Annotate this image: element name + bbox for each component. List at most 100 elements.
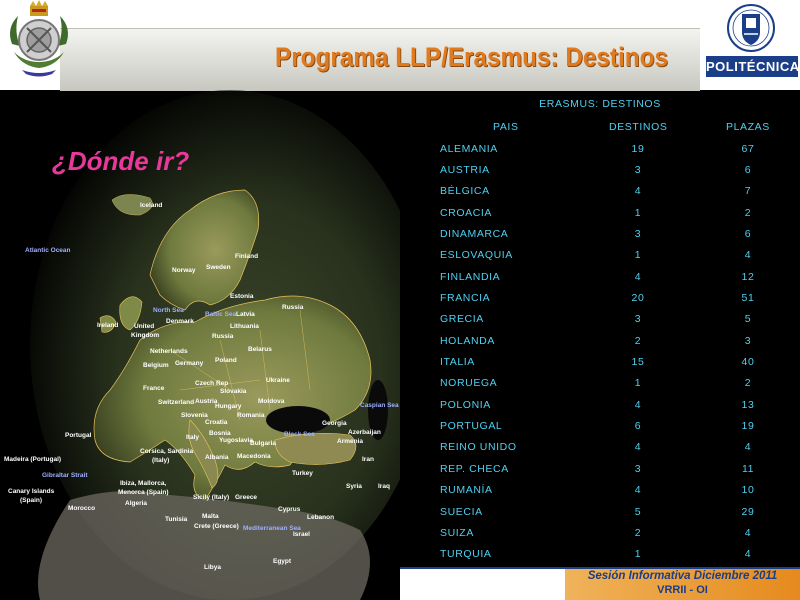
cell-plazas: 19 bbox=[741, 420, 755, 432]
map-label-atlantic: Atlantic Ocean bbox=[25, 247, 71, 254]
map-label-syria: Syria bbox=[346, 483, 362, 490]
cell-destinos: 3 bbox=[634, 463, 642, 475]
table-row: RUMANÍA 4 10 bbox=[400, 481, 800, 502]
table-row: ESLOVAQUIA 1 4 bbox=[400, 246, 800, 267]
cell-plazas: 11 bbox=[741, 463, 755, 475]
header-pais: PAIS bbox=[493, 121, 519, 133]
cell-plazas: 2 bbox=[744, 377, 752, 389]
cell-destinos: 1 bbox=[634, 548, 642, 560]
table-row: REINO UNIDO 4 4 bbox=[400, 438, 800, 459]
map-label-france: France bbox=[143, 385, 165, 392]
map-label-switzerland: Switzerland bbox=[158, 399, 195, 406]
cell-plazas: 40 bbox=[741, 356, 755, 368]
map-label-turkey: Turkey bbox=[292, 470, 313, 477]
map-label-belarus: Belarus bbox=[248, 346, 272, 353]
map-label-greece: Greece bbox=[235, 494, 258, 501]
cell-pais: POLONIA bbox=[440, 399, 491, 411]
cell-plazas: 3 bbox=[744, 335, 752, 347]
map-label-romania: Romania bbox=[237, 412, 265, 419]
table-row: CROACIA 1 2 bbox=[400, 204, 800, 225]
map-label-iran: Iran bbox=[362, 456, 374, 463]
map-label-bulgaria: Bulgaria bbox=[250, 440, 277, 447]
map-label-tunisia: Tunisia bbox=[165, 516, 188, 523]
map-label-corsica-2: (Italy) bbox=[152, 457, 170, 464]
table-row: TURQUIA 1 4 bbox=[400, 545, 800, 566]
map-label-ibiza-1: Ibiza, Mallorca, bbox=[120, 480, 167, 487]
cell-pais: ESLOVAQUIA bbox=[440, 249, 513, 261]
cell-destinos: 4 bbox=[634, 441, 642, 453]
cell-destinos: 4 bbox=[634, 185, 642, 197]
map-label-russia-kaliningrad: Russia bbox=[212, 333, 234, 340]
map-label-uk-2: Kingdom bbox=[131, 332, 160, 339]
cell-destinos: 3 bbox=[634, 313, 642, 325]
map-label-armenia: Armenia bbox=[337, 438, 364, 445]
cell-destinos: 4 bbox=[634, 271, 642, 283]
cell-pais: ALEMANIA bbox=[440, 143, 498, 155]
cell-destinos: 15 bbox=[631, 356, 645, 368]
table-row: NORUEGA 1 2 bbox=[400, 374, 800, 395]
map-label-caspian-sea: Caspian Sea bbox=[360, 402, 399, 409]
cell-pais: DINAMARCA bbox=[440, 228, 509, 240]
footer-office-text: VRRII - OI bbox=[657, 584, 708, 596]
map-label-denmark: Denmark bbox=[166, 318, 194, 325]
map-label-italy: Italy bbox=[186, 434, 200, 441]
map-label-russia-east: Russia bbox=[282, 304, 304, 311]
map-label-iceland: Iceland bbox=[140, 202, 163, 209]
table-row: GRECIA 3 5 bbox=[400, 310, 800, 331]
cell-plazas: 4 bbox=[744, 548, 752, 560]
table-row: REP. CHECA 3 11 bbox=[400, 460, 800, 481]
cell-plazas: 4 bbox=[744, 527, 752, 539]
cell-pais: HOLANDA bbox=[440, 335, 495, 347]
map-label-morocco: Morocco bbox=[68, 505, 96, 512]
map-label-croatia: Croatia bbox=[205, 419, 228, 426]
table-row: FRANCIA 20 51 bbox=[400, 289, 800, 310]
cell-destinos: 4 bbox=[634, 399, 642, 411]
map-label-malta: Malta bbox=[202, 513, 219, 520]
cell-pais: PORTUGAL bbox=[440, 420, 503, 432]
map-question: ¿Dónde ir? bbox=[52, 146, 190, 176]
map-label-bosnia: Bosnia bbox=[209, 430, 231, 437]
map-label-hungary: Hungary bbox=[215, 403, 242, 410]
map-label-estonia: Estonia bbox=[230, 293, 254, 300]
table-row: BÉLGICA 4 7 bbox=[400, 182, 800, 203]
cell-plazas: 6 bbox=[744, 228, 752, 240]
cell-plazas: 13 bbox=[741, 399, 755, 411]
cell-pais: FRANCIA bbox=[440, 292, 491, 304]
cell-destinos: 19 bbox=[631, 143, 645, 155]
header-plazas: PLAZAS bbox=[726, 121, 770, 133]
cell-pais: GRECIA bbox=[440, 313, 484, 325]
destinations-table: ERASMUS: DESTINOS PAIS DESTINOS PLAZAS A… bbox=[400, 90, 800, 568]
map-label-uk-1: United bbox=[134, 323, 155, 330]
cell-plazas: 2 bbox=[744, 207, 752, 219]
cell-destinos: 1 bbox=[634, 377, 642, 389]
cell-destinos: 3 bbox=[634, 228, 642, 240]
cell-plazas: 10 bbox=[741, 484, 755, 496]
map-label-iraq: Iraq bbox=[378, 483, 390, 490]
map-label-slovakia: Slovakia bbox=[220, 388, 247, 395]
table-title: ERASMUS: DESTINOS bbox=[539, 98, 661, 110]
cell-destinos: 4 bbox=[634, 484, 642, 496]
map-label-israel: Israel bbox=[293, 531, 310, 538]
map-label-gibraltar: Gibraltar Strait bbox=[42, 472, 88, 479]
cell-plazas: 4 bbox=[744, 441, 752, 453]
map-label-ukraine: Ukraine bbox=[266, 377, 290, 384]
map-label-germany: Germany bbox=[175, 360, 204, 367]
map-label-sicily: Sicily (Italy) bbox=[193, 494, 230, 501]
cell-pais: NORUEGA bbox=[440, 377, 498, 389]
cell-pais: SUECIA bbox=[440, 506, 483, 518]
cell-pais: RUMANÍA bbox=[440, 484, 493, 496]
map-label-netherlands: Netherlands bbox=[150, 348, 188, 355]
map-label-algeria: Algeria bbox=[125, 500, 148, 507]
upm-shield-icon bbox=[727, 4, 775, 52]
map-label-baltic-sea: Baltic Sea bbox=[205, 311, 237, 318]
map-label-madeira: Madeira (Portugal) bbox=[4, 456, 62, 463]
cell-plazas: 6 bbox=[744, 164, 752, 176]
map-label-corsica-1: Corsica, Sardinia bbox=[140, 448, 194, 455]
cell-pais: CROACIA bbox=[440, 207, 493, 219]
europe-map: ¿Dónde ir? Iceland Atlantic Ocean Finlan… bbox=[0, 90, 400, 600]
map-label-crete: Crete (Greece) bbox=[194, 523, 239, 530]
table-row: ITALIA 15 40 bbox=[400, 353, 800, 374]
cell-plazas: 12 bbox=[741, 271, 755, 283]
map-label-lebanon: Lebanon bbox=[307, 514, 335, 521]
map-label-georgia: Georgia bbox=[322, 420, 347, 427]
